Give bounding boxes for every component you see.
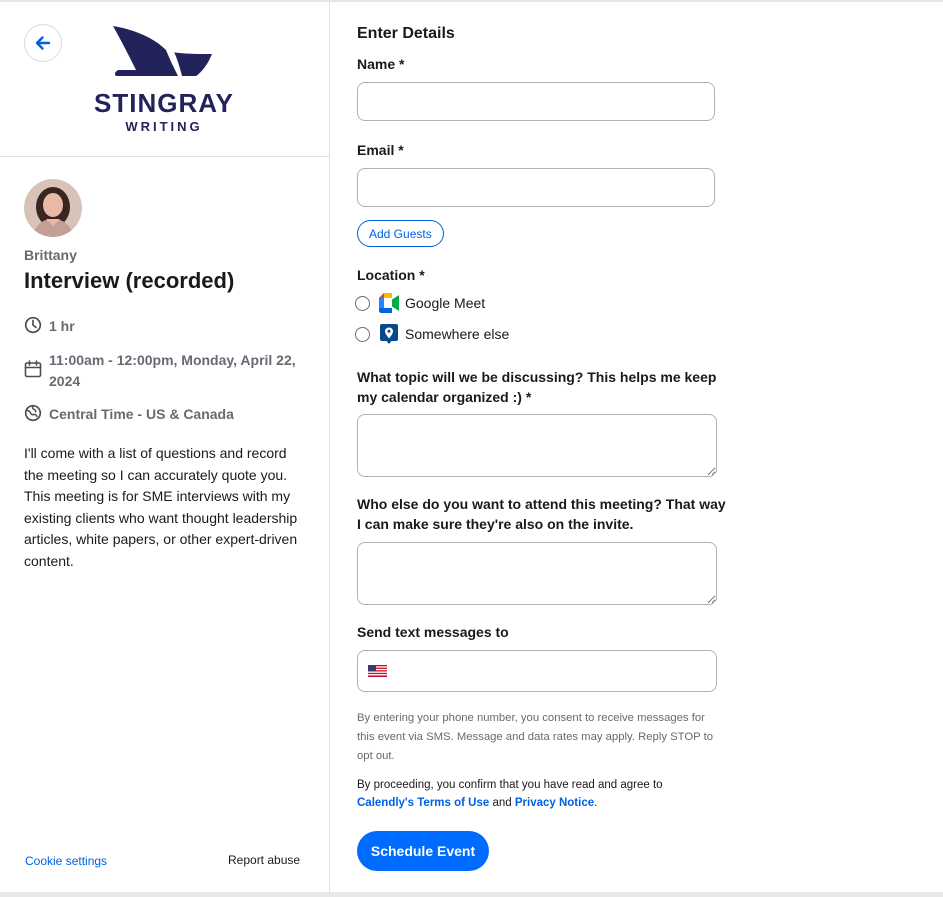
us-flag-icon[interactable] <box>368 665 387 677</box>
back-button[interactable] <box>24 24 62 62</box>
email-label: Email * <box>357 142 404 158</box>
stingray-logo-icon <box>113 26 212 76</box>
host-name: Brittany <box>24 247 77 263</box>
timezone-row: Central Time - US & Canada <box>24 404 299 425</box>
location-option-somewhere-else[interactable]: Somewhere else <box>355 323 509 345</box>
event-timezone: Central Time - US & Canada <box>49 406 234 422</box>
legal-and: and <box>492 797 512 809</box>
panel-divider <box>329 2 330 892</box>
bottom-border <box>0 892 943 897</box>
terms-of-use-link[interactable]: Calendly's Terms of Use <box>357 797 489 809</box>
google-meet-label: Google Meet <box>405 295 486 311</box>
stingray-writing-logo: STINGRAY WRITING <box>84 24 244 139</box>
privacy-notice-link[interactable]: Privacy Notice <box>515 797 594 809</box>
google-meet-icon <box>379 293 399 313</box>
logo-wordmark: STINGRAY <box>94 88 234 118</box>
topic-textarea[interactable] <box>357 414 717 477</box>
map-pin-icon <box>380 324 398 344</box>
sms-consent-note: By entering your phone number, you conse… <box>357 712 714 762</box>
report-abuse-link[interactable]: Report abuse <box>228 853 300 867</box>
header-divider <box>0 156 329 157</box>
event-datetime: 11:00am - 12:00pm, Monday, April 22, 202… <box>49 352 296 389</box>
host-avatar <box>24 179 82 237</box>
legal-suffix: . <box>594 797 598 809</box>
event-details-panel: STINGRAY WRITING Brittany Interview (rec… <box>0 2 329 892</box>
event-description: I'll come with a list of questions and r… <box>24 445 298 569</box>
form-heading: Enter Details <box>357 25 455 42</box>
duration-row: 1 hr <box>24 316 299 337</box>
email-input[interactable] <box>357 168 715 207</box>
legal-notice: By proceeding, you confirm that you have… <box>357 776 727 812</box>
legal-prefix: By proceeding, you confirm that you have… <box>357 779 663 791</box>
somewhere-else-label: Somewhere else <box>405 326 510 342</box>
location-label: Location * <box>357 267 425 283</box>
datetime-row: 11:00am - 12:00pm, Monday, April 22, 202… <box>24 350 299 392</box>
attendees-label: Who else do you want to attend this meet… <box>357 496 726 532</box>
radio-google-meet[interactable] <box>355 295 370 311</box>
radio-somewhere-else[interactable] <box>355 326 370 342</box>
schedule-event-button[interactable]: Schedule Event <box>357 831 489 871</box>
phone-input[interactable] <box>357 650 717 692</box>
sms-label: Send text messages to <box>357 624 509 640</box>
name-label: Name * <box>357 56 405 72</box>
event-duration: 1 hr <box>49 318 75 334</box>
attendees-textarea[interactable] <box>357 542 717 605</box>
event-title: Interview (recorded) <box>24 268 235 293</box>
logo-subtitle: WRITING <box>125 119 203 134</box>
add-guests-button[interactable]: Add Guests <box>357 220 444 247</box>
cookie-settings-link[interactable]: Cookie settings <box>25 854 107 868</box>
globe-icon <box>24 404 42 422</box>
clock-icon <box>24 316 42 334</box>
arrow-left-icon <box>35 36 51 50</box>
avatar-photo-icon <box>24 179 82 237</box>
location-option-google-meet[interactable]: Google Meet <box>355 292 485 314</box>
name-input[interactable] <box>357 82 715 121</box>
topic-label: What topic will we be discussing? This h… <box>357 369 717 405</box>
calendar-icon <box>24 360 42 378</box>
